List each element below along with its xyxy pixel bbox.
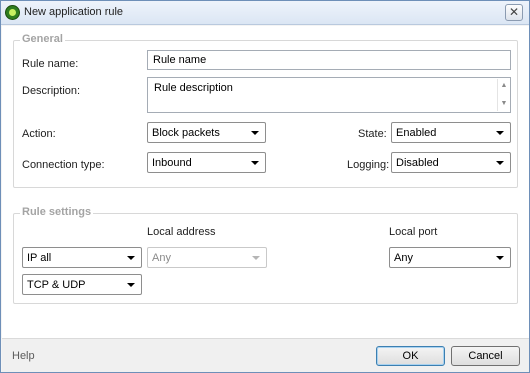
- description-textarea[interactable]: Rule description ▲ ▼: [147, 77, 511, 113]
- cancel-button[interactable]: Cancel: [451, 346, 520, 366]
- close-button[interactable]: ✕: [505, 4, 523, 21]
- local-port-select-value: Any: [394, 252, 413, 264]
- help-link[interactable]: Help: [12, 350, 35, 362]
- ip-type-select[interactable]: IP all: [22, 247, 142, 268]
- local-address-select-value: Any: [152, 252, 171, 264]
- local-port-select[interactable]: Any: [389, 247, 511, 268]
- state-select[interactable]: Enabled: [391, 122, 511, 143]
- rule-name-input[interactable]: Rule name: [147, 50, 511, 70]
- connection-type-label: Connection type:: [22, 159, 105, 171]
- chevron-down-icon: [252, 256, 260, 260]
- logging-select[interactable]: Disabled: [391, 152, 511, 173]
- rule-name-label: Rule name:: [22, 58, 79, 70]
- chevron-down-icon: [496, 131, 504, 135]
- state-select-value: Enabled: [396, 127, 437, 139]
- chevron-down-icon: [496, 256, 504, 260]
- protocol-select-value: TCP & UDP: [27, 279, 86, 291]
- local-address-select: Any: [147, 247, 267, 268]
- protocol-select[interactable]: TCP & UDP: [22, 274, 142, 295]
- ip-type-select-value: IP all: [27, 252, 52, 264]
- local-address-label: Local address: [147, 226, 216, 238]
- action-label: Action:: [22, 128, 56, 140]
- window-title: New application rule: [24, 6, 124, 18]
- dialog-footer: Help OK Cancel: [2, 338, 529, 372]
- dialog-content: General Rule name: Rule name Description…: [2, 26, 529, 338]
- title-bar[interactable]: New application rule ✕: [1, 1, 529, 25]
- chevron-down-icon: [127, 283, 135, 287]
- connection-type-select-value: Inbound: [152, 157, 192, 169]
- action-select[interactable]: Block packets: [147, 122, 266, 143]
- rule-settings-group-title: Rule settings: [20, 206, 94, 218]
- action-select-value: Block packets: [152, 127, 220, 139]
- chevron-down-icon: [251, 131, 259, 135]
- app-shield-icon: [5, 5, 20, 20]
- scroll-up-icon[interactable]: ▲: [498, 81, 510, 91]
- scroll-down-icon[interactable]: ▼: [498, 99, 510, 109]
- chevron-down-icon: [496, 161, 504, 165]
- dialog-window: New application rule ✕ General Rule name…: [0, 0, 530, 373]
- connection-type-select[interactable]: Inbound: [147, 152, 266, 173]
- description-label: Description:: [22, 85, 81, 97]
- state-label: State:: [358, 128, 387, 140]
- ok-button[interactable]: OK: [376, 346, 445, 366]
- general-group-title: General: [20, 33, 65, 45]
- chevron-down-icon: [251, 161, 259, 165]
- description-scrollbar[interactable]: ▲ ▼: [497, 79, 509, 111]
- chevron-down-icon: [127, 256, 135, 260]
- description-text: Rule description: [154, 82, 233, 94]
- local-port-label: Local port: [389, 226, 438, 238]
- logging-label: Logging:: [347, 159, 390, 171]
- logging-select-value: Disabled: [396, 157, 439, 169]
